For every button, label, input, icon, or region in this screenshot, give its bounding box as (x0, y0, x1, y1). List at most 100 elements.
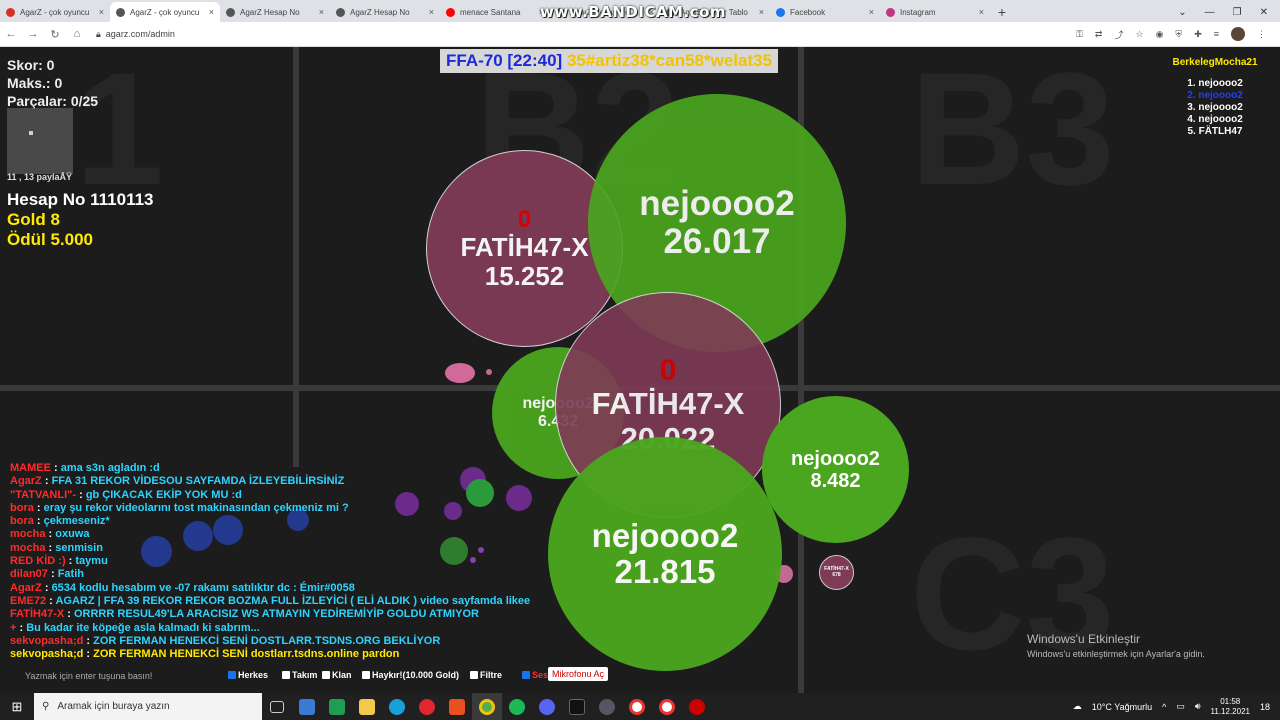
tab-favicon-icon (336, 7, 345, 17)
chat-author[interactable]: MAMEE (10, 462, 51, 474)
cell-mass: 26.017 (663, 222, 771, 261)
leaderboard-title: BerkelegMocha21 (1172, 57, 1258, 68)
chat-text: 6534 kodlu hesabım ve -07 rakamı satılık… (51, 581, 355, 594)
weather-icon[interactable]: ☁ (1073, 701, 1082, 712)
game-app-icon[interactable] (562, 693, 592, 720)
chat-author[interactable]: sekvopasha;d (10, 648, 83, 660)
browser-tab[interactable]: AgarZ Hesap No × (220, 2, 330, 22)
translate-icon[interactable]: ⇄ (1095, 29, 1103, 40)
chat-author[interactable]: EME72 (10, 595, 46, 607)
forward-icon[interactable]: → (22, 28, 44, 40)
chat-author[interactable]: mocha (10, 528, 45, 540)
game-canvas[interactable]: 1 B2 B3 C3 0 FATİH47-X 15.252 nejoooo2 2… (0, 47, 1280, 693)
filter-checkbox[interactable]: Ses (522, 670, 548, 680)
file-explorer-icon[interactable] (352, 693, 382, 720)
media-icon[interactable]: ≡ (1214, 29, 1219, 39)
chat-author[interactable]: "TATVANLI"- (10, 489, 76, 501)
edge-icon[interactable] (382, 693, 412, 720)
notification-count[interactable]: 18 (1260, 702, 1270, 712)
cell-count: 0 (659, 354, 677, 388)
puzzle-icon[interactable]: ✚ (1194, 29, 1202, 40)
maximize-icon[interactable]: ❐ (1233, 7, 1242, 18)
reload-icon[interactable]: ↻ (44, 28, 66, 41)
filter-checkbox[interactable]: Haykır!(10.000 Gold) (362, 670, 459, 680)
chat-author[interactable]: AgarZ (10, 582, 42, 594)
url-field[interactable]: 🔒︎ agarz.com/admin (96, 29, 175, 40)
tab-close-icon[interactable]: × (759, 7, 764, 17)
recorder-icon[interactable] (682, 693, 712, 720)
tab-close-icon[interactable]: × (869, 7, 874, 17)
media-app-icon[interactable] (592, 693, 622, 720)
key-icon[interactable]: ⚿ (1076, 29, 1083, 40)
chat-author[interactable]: RED KİD :) (10, 555, 66, 567)
yandex-browser-icon[interactable] (652, 693, 682, 720)
filter-checkbox[interactable]: Filtre (470, 670, 502, 680)
spotify-icon[interactable] (502, 693, 532, 720)
filter-checkbox[interactable]: Takım (282, 670, 317, 680)
chat-author[interactable]: bora (10, 502, 34, 514)
checkbox-box[interactable] (282, 671, 290, 679)
filter-checkbox[interactable]: Klan (322, 670, 352, 680)
browser-tab[interactable]: menace Santana × (440, 2, 550, 22)
tab-close-icon[interactable]: × (209, 7, 214, 17)
chat-author[interactable]: sekvopasha;d (10, 635, 83, 647)
chat-author[interactable]: FATİH47-X (10, 608, 64, 620)
office-icon[interactable] (442, 693, 472, 720)
back-icon[interactable]: ← (0, 28, 22, 40)
browser-tab[interactable]: AgarZ Hesap No × (330, 2, 440, 22)
network-icon[interactable]: ▭ (1176, 701, 1185, 712)
account-number: Hesap No 1110113 (7, 190, 154, 209)
share-icon[interactable]: ⤴ (1114, 28, 1123, 41)
windows-start-icon[interactable]: ⊞ (0, 699, 34, 715)
checkbox-box[interactable] (322, 671, 330, 679)
new-tab-button[interactable]: + (990, 2, 1014, 22)
store-icon[interactable] (322, 693, 352, 720)
tray-chevron-icon[interactable]: ^ (1162, 702, 1166, 712)
tab-close-icon[interactable]: × (99, 7, 104, 17)
taskbar-search[interactable]: ⚲ Aramak için buraya yazın (34, 693, 262, 720)
chat-author[interactable]: AgarZ (10, 475, 42, 487)
tab-close-icon[interactable]: × (979, 7, 984, 17)
yandex-icon[interactable] (622, 693, 652, 720)
discord-icon[interactable] (532, 693, 562, 720)
browser-tab[interactable]: AgarZ - çok oyuncu × (0, 2, 110, 22)
tab-search-icon[interactable]: ⌄ (1178, 7, 1186, 18)
chat-message: mocha : oxuwa (10, 528, 530, 541)
browser-tab[interactable]: AgarZ - çok oyuncu × (110, 2, 220, 22)
checkbox-box[interactable] (522, 671, 530, 679)
chat-author[interactable]: dilan07 (10, 568, 48, 580)
checkbox-box[interactable] (470, 671, 478, 679)
extension-icon[interactable]: ◉ (1156, 29, 1164, 40)
player-cell: nejoooo2 8.482 (762, 396, 909, 543)
shield-icon[interactable]: ⛨ (1175, 29, 1182, 40)
profile-avatar[interactable] (1231, 27, 1245, 41)
checkbox-box[interactable] (362, 671, 370, 679)
tab-label: AgarZ - çok oyuncu (130, 7, 200, 17)
volume-icon[interactable]: 🔊︎ (1195, 701, 1201, 712)
bookmark-star-icon[interactable]: ☆ (1135, 29, 1143, 40)
microphone-button[interactable]: Mikrofonu Aç (548, 667, 609, 681)
cell-name: FATİH47-X (591, 386, 745, 422)
filter-checkbox[interactable]: Herkes (228, 670, 268, 680)
chat-author[interactable]: bora (10, 515, 34, 527)
weather-text[interactable]: 10°C Yağmurlu (1092, 702, 1152, 712)
clock[interactable]: 01:58 11.12.2021 (1211, 697, 1250, 717)
checkbox-label: Ses (532, 670, 549, 680)
task-view-icon[interactable] (262, 693, 292, 720)
mail-icon[interactable] (292, 693, 322, 720)
close-window-icon[interactable]: ✕ (1260, 7, 1268, 18)
chat-message: AgarZ : 6534 kodlu hesabım ve -07 rakamı… (10, 582, 530, 595)
chrome-icon[interactable] (472, 693, 502, 720)
tab-close-icon[interactable]: × (429, 7, 434, 17)
minimize-icon[interactable]: — (1205, 7, 1215, 18)
browser-tab[interactable]: Instagram × (880, 2, 990, 22)
tab-close-icon[interactable]: × (319, 7, 324, 17)
home-icon[interactable]: ⌂ (66, 28, 88, 40)
checkbox-box[interactable] (228, 671, 236, 679)
chat-input[interactable]: Yazmak için enter tuşuna basın! (25, 671, 152, 681)
tab-favicon-icon (6, 7, 15, 17)
browser-tab[interactable]: Facebook × (770, 2, 880, 22)
menu-icon[interactable]: ⋮ (1257, 29, 1266, 40)
chat-author[interactable]: mocha (10, 542, 45, 554)
opera-icon[interactable] (412, 693, 442, 720)
